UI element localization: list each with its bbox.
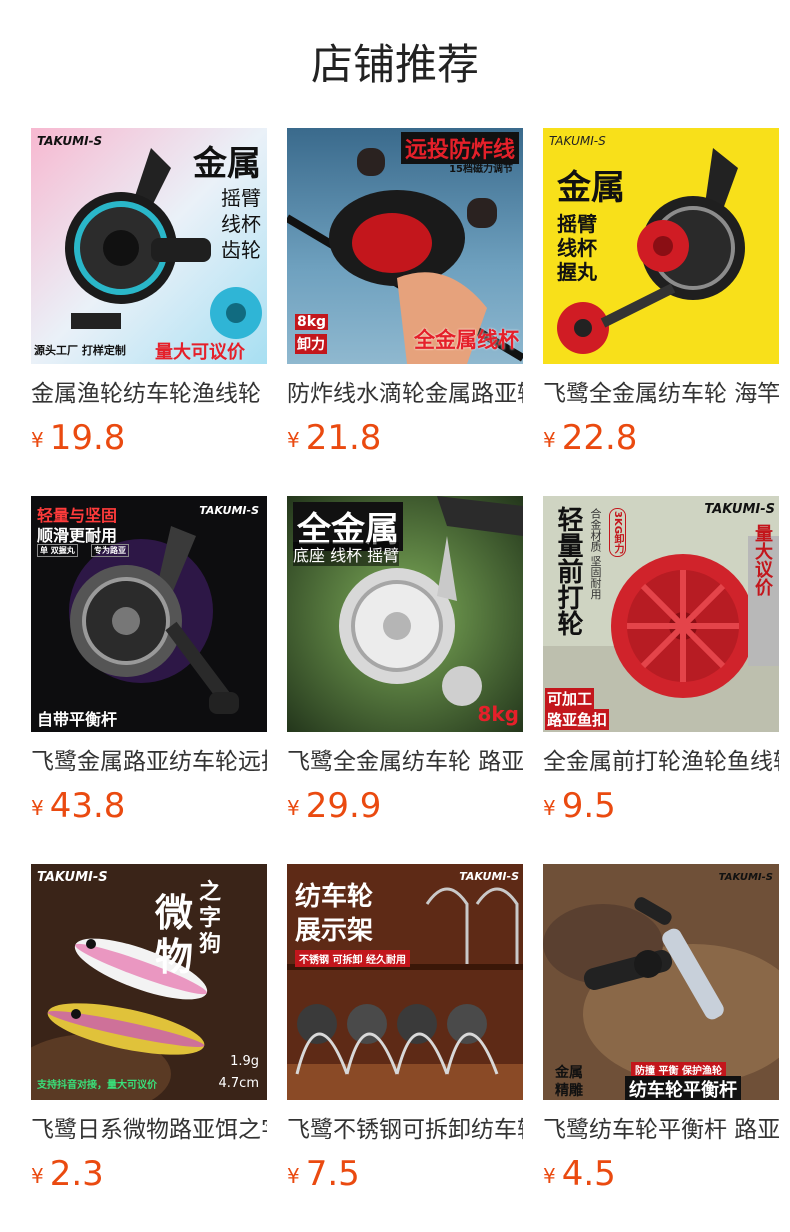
image-footer: 纺车轮平衡杆: [625, 1076, 741, 1100]
product-image[interactable]: TAKUMI-S 微 物 之 字 狗 1.9g 4.7cm 支持抖音对接，量大可…: [31, 864, 267, 1100]
price-value: 2.3: [49, 1154, 104, 1194]
product-image[interactable]: TAKUMI-S 金属 摇臂 线杯 握丸: [543, 128, 779, 364]
product-price: ¥19.8: [31, 418, 125, 458]
price-value: 4.5: [561, 1154, 616, 1194]
image-line: 齿轮: [221, 238, 261, 262]
currency-symbol: ¥: [287, 796, 300, 820]
product-image[interactable]: 轻量前打轮 合金材质 坚固耐用 3KG卸力 TAKUMI-S 量大议价 可加工 …: [543, 496, 779, 732]
currency-symbol: ¥: [31, 428, 44, 452]
product-name[interactable]: 全金属前打轮渔轮鱼线轮: [543, 742, 779, 782]
price-value: 9.5: [561, 786, 616, 826]
product-image[interactable]: TAKUMI-S 纺车轮 展示架 不锈钢 可拆卸 经久耐用: [287, 864, 523, 1100]
image-subtitle: 防撞 平衡 保护渔轮: [631, 1062, 726, 1077]
lure-weight: 1.9g: [230, 1054, 259, 1069]
image-headline: 轻量前打轮: [553, 506, 583, 636]
image-tag: 金属: [555, 1065, 583, 1081]
product-name[interactable]: 飞鹭不锈钢可拆卸纺车轮展示架: [287, 1110, 523, 1150]
image-headline: 展示架: [295, 916, 374, 946]
product-price: ¥9.5: [543, 786, 616, 826]
product-name[interactable]: 飞鹭纺车轮平衡杆 路亚: [543, 1110, 779, 1150]
image-footer: 自带平衡杆: [37, 710, 118, 729]
price-value: 7.5: [305, 1154, 360, 1194]
product-image[interactable]: TAKUMI-S 金属 精雕 防撞 平衡 保护渔轮 纺车轮平衡杆: [543, 864, 779, 1100]
product-card[interactable]: 全金属 底座 线杯 摇臂 8kg 飞鹭全金属纺车轮 路亚轮 ¥29.9: [287, 496, 523, 836]
product-card[interactable]: TAKUMI-S 金属 精雕 防撞 平衡 保护渔轮 纺车轮平衡杆 飞鹭纺车轮平衡…: [543, 864, 779, 1204]
image-tag: 专为路亚: [91, 544, 129, 557]
currency-symbol: ¥: [543, 1164, 556, 1188]
image-subtitle: 不锈钢 可拆卸 经久耐用: [295, 950, 410, 967]
product-price: ¥2.3: [31, 1154, 104, 1194]
image-headline: 物: [155, 935, 194, 979]
brand-logo: TAKUMI-S: [704, 502, 775, 517]
price-value: 21.8: [305, 418, 382, 458]
currency-symbol: ¥: [31, 796, 44, 820]
brand-logo: TAKUMI-S: [459, 870, 519, 883]
currency-symbol: ¥: [543, 428, 556, 452]
product-price: ¥21.8: [287, 418, 381, 458]
currency-symbol: ¥: [287, 428, 300, 452]
product-name[interactable]: 飞鹭金属路亚纺车轮远投: [31, 742, 267, 782]
image-footer: 源头工厂 打样定制: [34, 344, 126, 357]
image-footer: 路亚鱼扣: [545, 709, 610, 730]
price-value: 43.8: [49, 786, 126, 826]
product-card[interactable]: 远投防炸线 15档磁力调节 8kg 卸力 全金属线杯 防炸线水滴轮金属路亚轮 ¥…: [287, 128, 523, 468]
product-image[interactable]: 全金属 底座 线杯 摇臂 8kg: [287, 496, 523, 732]
image-footer: 全金属线杯: [414, 328, 519, 352]
product-name[interactable]: 飞鹭日系微物路亚饵之字狗: [31, 1110, 267, 1150]
image-subtitle: 顺滑更耐用: [37, 526, 118, 545]
image-line: 摇臂: [221, 186, 261, 210]
image-headline: 金属: [557, 168, 625, 208]
product-name[interactable]: 飞鹭全金属纺车轮 海竿: [543, 374, 779, 414]
image-footer: 支持抖音对接，量大可议价: [37, 1080, 157, 1091]
product-card[interactable]: TAKUMI-S 纺车轮 展示架 不锈钢 可拆卸 经久耐用 飞鹭不锈钢可拆卸纺车…: [287, 864, 523, 1204]
price-value: 22.8: [561, 418, 638, 458]
product-image[interactable]: TAKUMI-S 金属 摇臂 线杯 齿轮 源头工厂 打样定制 量大可议价: [31, 128, 267, 364]
image-footer: 量大可议价: [155, 342, 245, 363]
lure-length: 4.7cm: [218, 1076, 260, 1091]
product-card[interactable]: 轻量前打轮 合金材质 坚固耐用 3KG卸力 TAKUMI-S 量大议价 可加工 …: [543, 496, 779, 836]
image-pill: 3KG卸力: [609, 508, 626, 557]
image-badge: 8kg: [295, 314, 329, 330]
product-image[interactable]: 轻量与坚固 顺滑更耐用 单 双握丸 专为路亚 TAKUMI-S 自带平衡杆: [31, 496, 267, 732]
brand-logo: TAKUMI-S: [718, 872, 773, 883]
image-footer: 8kg: [477, 702, 519, 726]
product-price: ¥7.5: [287, 1154, 360, 1194]
product-card[interactable]: TAKUMI-S 金属 摇臂 线杯 握丸 飞鹭全金属纺车轮 海竿 ¥22.8: [543, 128, 779, 468]
brand-logo: TAKUMI-S: [199, 504, 259, 517]
image-headline: 纺车轮: [295, 882, 374, 912]
product-card[interactable]: TAKUMI-S 微 物 之 字 狗 1.9g 4.7cm 支持抖音对接，量大可…: [31, 864, 267, 1204]
product-price: ¥22.8: [543, 418, 637, 458]
brand-logo: TAKUMI-S: [37, 134, 103, 148]
image-subtitle: 底座 线杯 摇臂: [293, 542, 400, 566]
image-line: 线杯: [221, 212, 261, 236]
image-subtitle: 合金材质 坚固耐用: [589, 508, 602, 600]
image-footer: 可加工: [545, 688, 595, 709]
image-subtitle: 狗: [199, 932, 222, 957]
price-value: 19.8: [49, 418, 126, 458]
product-price: ¥4.5: [543, 1154, 616, 1194]
image-tag: 精雕: [555, 1083, 583, 1099]
product-price: ¥29.9: [287, 786, 381, 826]
image-subtitle: 15档磁力调节: [449, 164, 513, 175]
product-name[interactable]: 防炸线水滴轮金属路亚轮: [287, 374, 523, 414]
product-name[interactable]: 金属渔轮纺车轮渔线轮: [31, 374, 267, 414]
brand-logo: TAKUMI-S: [549, 134, 606, 148]
image-tag: 单 双握丸: [37, 544, 78, 557]
image-headline: 金属: [193, 144, 261, 184]
brand-logo: TAKUMI-S: [37, 870, 108, 885]
image-side: 量大议价: [752, 524, 773, 596]
product-price: ¥43.8: [31, 786, 125, 826]
product-name[interactable]: 飞鹭全金属纺车轮 路亚轮: [287, 742, 523, 782]
price-value: 29.9: [305, 786, 382, 826]
product-image[interactable]: 远投防炸线 15档磁力调节 8kg 卸力 全金属线杯: [287, 128, 523, 364]
page-title: 店铺推荐: [310, 40, 479, 89]
product-card[interactable]: 轻量与坚固 顺滑更耐用 单 双握丸 专为路亚 TAKUMI-S 自带平衡杆 飞鹭…: [31, 496, 267, 836]
image-badge: 卸力: [295, 334, 327, 354]
currency-symbol: ¥: [287, 1164, 300, 1188]
currency-symbol: ¥: [543, 796, 556, 820]
product-card[interactable]: TAKUMI-S 金属 摇臂 线杯 齿轮 源头工厂 打样定制 量大可议价 金属渔…: [31, 128, 267, 468]
image-line: 握丸: [557, 260, 597, 284]
currency-symbol: ¥: [31, 1164, 44, 1188]
